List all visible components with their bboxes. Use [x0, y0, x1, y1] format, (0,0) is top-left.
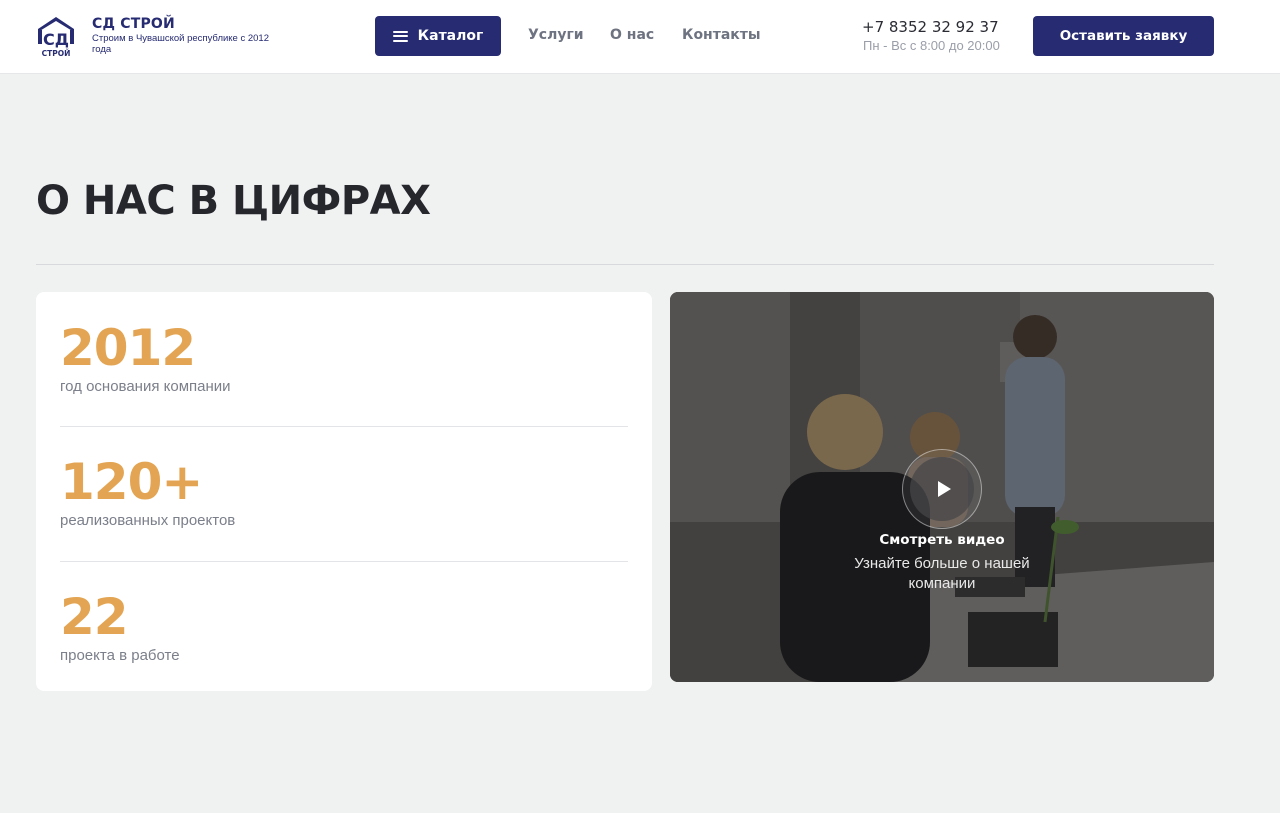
video-title: Смотреть видео [879, 532, 1005, 548]
play-button[interactable] [910, 457, 974, 521]
catalog-label: Каталог [417, 28, 484, 44]
phone-link[interactable]: +7 8352 32 92 37 [862, 18, 999, 36]
stat-divider [60, 426, 628, 427]
play-icon [937, 481, 951, 497]
stat-label: проекта в работе [60, 647, 180, 664]
house-logo-icon[interactable]: СД СТРОЙ [36, 15, 76, 59]
stat-label: реализованных проектов [60, 512, 236, 529]
video-card[interactable]: Смотреть видео Узнайте больше о нашей ко… [670, 292, 1214, 682]
stat-value: 2012 [60, 319, 196, 377]
stat-divider [60, 561, 628, 562]
stat-value: 120+ [60, 453, 203, 511]
stat-item: 2012 год основания компании [60, 320, 628, 395]
brand-name[interactable]: СД СТРОЙ [92, 16, 175, 32]
nav-link-services[interactable]: Услуги [528, 27, 584, 43]
site-header: СД СТРОЙ СД СТРОЙ Строим в Чувашской рес… [0, 0, 1280, 74]
stat-item: 22 проекта в работе [60, 589, 628, 664]
stats-card: 2012 год основания компании 120+ реализо… [36, 292, 652, 691]
brand-tagline: Строим в Чувашской республике с 2012 год… [92, 33, 270, 55]
working-hours: Пн - Вс с 8:00 до 20:00 [863, 38, 1000, 53]
burger-menu-icon [392, 30, 408, 42]
stat-label: год основания компании [60, 378, 231, 395]
section-title: О НАС В ЦИФРАХ [36, 178, 431, 224]
video-subtitle: Узнайте больше о нашей компании [854, 555, 1030, 592]
request-button[interactable]: Оставить заявку [1033, 16, 1214, 56]
logo-letters: СД [43, 30, 69, 49]
logo-sub: СТРОЙ [42, 49, 71, 58]
nav-link-contacts[interactable]: Контакты [682, 27, 761, 43]
section-divider [36, 264, 1214, 265]
catalog-button[interactable]: Каталог [375, 16, 501, 56]
stat-item: 120+ реализованных проектов [60, 454, 628, 529]
nav-link-about[interactable]: О нас [610, 27, 654, 43]
stat-value: 22 [60, 588, 129, 646]
